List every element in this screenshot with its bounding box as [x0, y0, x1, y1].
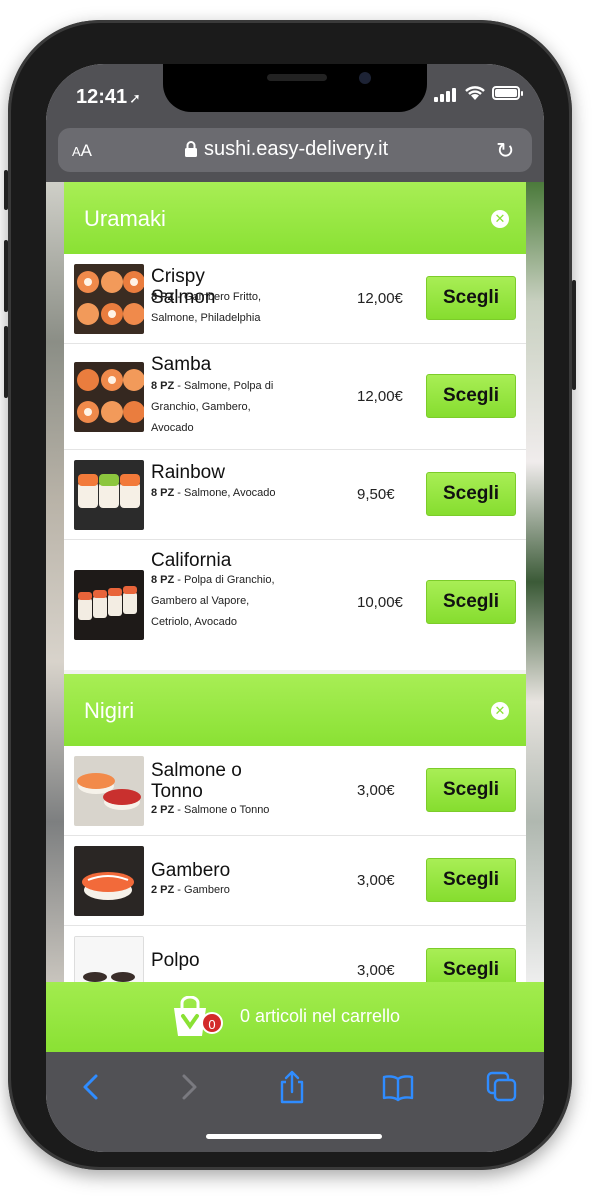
category-title: Uramaki	[84, 206, 166, 231]
browser-address-area: AA sushi.easy-delivery.it ↻	[46, 120, 544, 182]
dish-name: Rainbow	[151, 462, 225, 483]
choose-button[interactable]: Scegli	[426, 858, 516, 902]
menu-item-gambero: Gambero 2 PZ - Gambero 3,00€ Scegli	[64, 836, 526, 926]
dish-description: 2 PZ - Gambero	[151, 880, 276, 901]
dish-ingredients: - Salmone, Avocado	[174, 487, 276, 499]
dish-description: 8 PZ - Gambero Fritto, Salmone, Philadel…	[151, 287, 276, 329]
background-photo-right	[526, 182, 544, 982]
back-icon[interactable]	[74, 1070, 110, 1104]
camera	[359, 72, 371, 84]
phone-frame: 12:41 ➚ AA sushi.easy-delivery.it ↻ Uram…	[4, 20, 576, 1170]
url-text: sushi.easy-delivery.it	[204, 138, 389, 160]
bookmarks-icon[interactable]	[380, 1070, 416, 1104]
menu-item-polpo: Polpo 3,00€ Scegli	[64, 926, 526, 982]
mute-switch	[4, 170, 8, 210]
dish-qty: 2 PZ	[151, 884, 175, 896]
screen: 12:41 ➚ AA sushi.easy-delivery.it ↻ Uram…	[46, 64, 544, 1152]
close-icon[interactable]: ✕	[491, 702, 509, 720]
status-time-text: 12:41	[76, 86, 128, 108]
dish-qty: 8 PZ	[151, 574, 175, 586]
volume-up-button	[4, 240, 8, 312]
home-indicator	[206, 1134, 382, 1139]
choose-button[interactable]: Scegli	[426, 472, 516, 516]
dish-photo	[74, 756, 144, 826]
menu-item-crispy-salmon: Crispy Salmon 8 PZ - Gambero Fritto, Sal…	[64, 254, 526, 344]
share-icon[interactable]	[274, 1070, 310, 1104]
choose-button[interactable]: Scegli	[426, 580, 516, 624]
choose-button[interactable]: Scegli	[426, 948, 516, 982]
dish-photo	[74, 264, 144, 334]
dish-qty: 2 PZ	[151, 804, 175, 816]
power-button	[572, 280, 576, 390]
category-header-nigiri[interactable]: Nigiri ✕	[64, 674, 526, 746]
cart-label: 0 articoli nel carrello	[240, 1006, 401, 1026]
menu-item-samba: Samba 8 PZ - Salmone, Polpa di Granchio,…	[64, 344, 526, 450]
dish-name: Gambero	[151, 860, 231, 881]
page-content: Uramaki ✕ Crispy Salmon 8 PZ - Gambero F…	[46, 182, 544, 982]
dish-name: Samba	[151, 354, 212, 375]
dish-ingredients: - Gambero	[174, 884, 230, 896]
address-bar[interactable]: AA sushi.easy-delivery.it ↻	[58, 128, 532, 172]
dish-price: 12,00€	[357, 290, 403, 307]
lock-icon	[185, 141, 197, 157]
dish-description: 2 PZ - Salmone o Tonno	[151, 800, 276, 821]
dish-photo	[74, 846, 144, 916]
volume-down-button	[4, 326, 8, 398]
dish-photo	[74, 362, 144, 432]
notch	[163, 64, 427, 112]
close-icon[interactable]: ✕	[491, 210, 509, 228]
choose-button[interactable]: Scegli	[426, 768, 516, 812]
dish-price: 3,00€	[357, 782, 395, 799]
dish-photo	[74, 936, 144, 982]
reload-icon[interactable]: ↻	[496, 138, 514, 164]
choose-button[interactable]: Scegli	[426, 374, 516, 418]
menu-item-california: California 8 PZ - Polpa di Granchio, Gam…	[64, 540, 526, 670]
wifi-icon	[465, 86, 485, 100]
choose-button[interactable]: Scegli	[426, 276, 516, 320]
dish-price: 12,00€	[357, 388, 403, 405]
dish-description: 8 PZ - Salmone, Polpa di Granchio, Gambe…	[151, 376, 276, 439]
dish-price: 9,50€	[357, 486, 395, 503]
cellular-signal-icon	[434, 86, 456, 102]
text-size-button[interactable]: AA	[72, 141, 92, 161]
dish-ingredients: - Salmone o Tonno	[174, 804, 270, 816]
menu-item-rainbow: Rainbow 8 PZ - Salmone, Avocado 9,50€ Sc…	[64, 450, 526, 540]
dish-photo	[74, 460, 144, 530]
dish-name: Salmone o Tonno	[151, 760, 242, 802]
location-arrow-icon: ➚	[129, 90, 141, 106]
status-time: 12:41 ➚	[76, 86, 141, 109]
dish-name: Polpo	[151, 950, 200, 971]
cart-bar[interactable]: 0 0 articoli nel carrello	[46, 982, 544, 1052]
dish-description: 8 PZ - Salmone, Avocado	[151, 483, 276, 504]
menu-item-salmone-o-tonno: Salmone o Tonno 2 PZ - Salmone o Tonno 3…	[64, 746, 526, 836]
background-photo-left	[46, 182, 64, 982]
cart-count-badge: 0	[201, 1012, 223, 1034]
dish-qty: 8 PZ	[151, 487, 175, 499]
dish-price: 3,00€	[357, 872, 395, 889]
battery-icon	[492, 86, 523, 100]
dish-price: 3,00€	[357, 962, 395, 979]
menu-list: Uramaki ✕ Crispy Salmon 8 PZ - Gambero F…	[64, 182, 526, 982]
dish-description: 8 PZ - Polpa di Granchio, Gambero al Vap…	[151, 570, 276, 633]
dish-qty: 8 PZ	[151, 291, 175, 303]
browser-toolbar	[46, 1052, 544, 1152]
dish-qty: 8 PZ	[151, 380, 175, 392]
dish-price: 10,00€	[357, 594, 403, 611]
forward-icon[interactable]	[170, 1070, 206, 1104]
dish-name: California	[151, 550, 232, 571]
category-header-uramaki[interactable]: Uramaki ✕	[64, 182, 526, 254]
dish-photo	[74, 570, 144, 640]
category-title: Nigiri	[84, 698, 135, 723]
tabs-icon[interactable]	[484, 1070, 520, 1104]
speaker	[267, 74, 327, 81]
